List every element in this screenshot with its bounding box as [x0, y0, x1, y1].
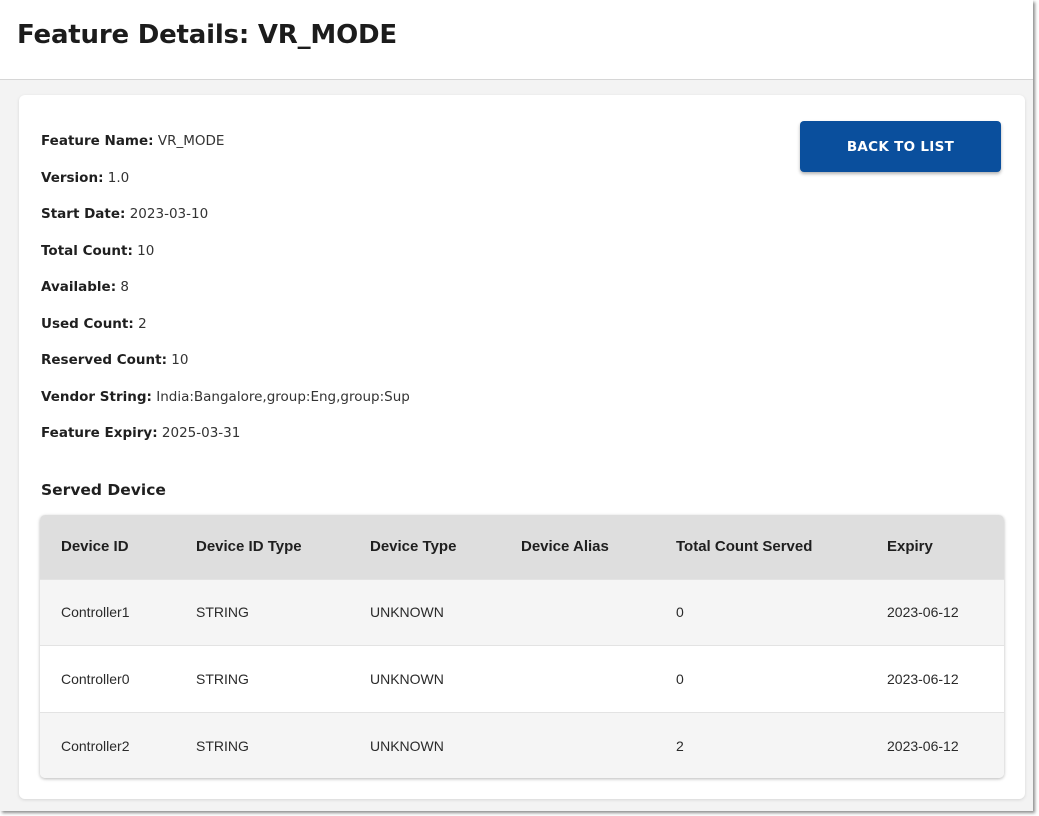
cell-device-alias [500, 579, 655, 646]
detail-reserved-count: Reserved Count: 10 [41, 352, 410, 389]
cell-device-id: Controller0 [61, 670, 130, 687]
detail-start-date: Start Date: 2023-03-10 [41, 206, 410, 243]
detail-key: Start Date: [41, 206, 126, 222]
detail-value: 8 [120, 279, 129, 295]
detail-value: India:Bangalore,group:Eng,group:Sup [156, 388, 410, 405]
detail-available: Available: 8 [41, 279, 410, 316]
detail-value: 2023-03-10 [129, 206, 209, 222]
column-header-total-count-served[interactable]: Total Count Served [655, 515, 866, 579]
served-device-heading: Served Device [41, 481, 166, 499]
column-header-device-alias[interactable]: Device Alias [500, 515, 655, 579]
detail-key: Available: [41, 279, 117, 295]
column-header-device-id-type[interactable]: Device ID Type [175, 515, 349, 579]
detail-key: Used Count: [41, 315, 134, 332]
detail-key: Feature Name: [41, 133, 154, 149]
detail-version: Version: 1.0 [41, 170, 410, 207]
detail-key: Feature Expiry: [41, 425, 158, 441]
column-header-expiry[interactable]: Expiry [866, 515, 1004, 579]
cell-expiry: 2023-06-12 [887, 670, 959, 687]
detail-used-count: Used Count: 2 [41, 316, 410, 353]
detail-value: 2 [138, 315, 147, 332]
cell-device-id: Controller2 [61, 737, 130, 754]
cell-device-type: UNKNOWN [370, 670, 444, 687]
page-title: Feature Details: VR_MODE [17, 20, 397, 50]
detail-value: 10 [171, 352, 189, 368]
detail-key: Version: [41, 169, 104, 186]
detail-feature-expiry: Feature Expiry: 2025-03-31 [41, 425, 410, 462]
cell-device-id-type: STRING [196, 670, 249, 687]
detail-key: Total Count: [41, 242, 133, 259]
cell-expiry: 2023-06-12 [887, 604, 959, 621]
detail-total-count: Total Count: 10 [41, 243, 410, 280]
table-row[interactable]: Controller0 STRING UNKNOWN 0 2023-06-12 [40, 645, 1004, 713]
table-row[interactable]: Controller2 STRING UNKNOWN 2 2023-06-12 [40, 712, 1004, 778]
cell-total-count-served: 0 [676, 604, 684, 621]
table-row[interactable]: Controller1 STRING UNKNOWN 0 2023-06-12 [40, 579, 1004, 646]
detail-vendor-string: Vendor String: India:Bangalore,group:Eng… [41, 389, 410, 426]
detail-value: VR_MODE [157, 133, 225, 149]
cell-device-id-type: STRING [196, 604, 249, 621]
column-header-device-id[interactable]: Device ID [40, 515, 175, 579]
cell-device-alias [500, 646, 655, 713]
cell-total-count-served: 2 [676, 737, 684, 754]
feature-details-card: Feature Name: VR_MODE Version: 1.0 Start… [19, 95, 1025, 799]
column-header-device-type[interactable]: Device Type [349, 515, 500, 579]
detail-value: 1.0 [107, 169, 130, 186]
cell-device-type: UNKNOWN [370, 604, 444, 621]
detail-key: Reserved Count: [41, 352, 167, 368]
cell-device-id-type: STRING [196, 737, 249, 754]
cell-expiry: 2023-06-12 [887, 737, 959, 754]
cell-device-id: Controller1 [61, 604, 130, 621]
cell-total-count-served: 0 [676, 670, 684, 687]
detail-key: Vendor String: [41, 388, 152, 405]
served-device-table: Device ID Device ID Type Device Type Dev… [40, 515, 1004, 778]
top-bar: Feature Details: VR_MODE [0, 0, 1033, 80]
detail-value: 2025-03-31 [161, 425, 241, 441]
detail-feature-name: Feature Name: VR_MODE [41, 133, 410, 170]
table-header-row: Device ID Device ID Type Device Type Dev… [40, 515, 1004, 579]
back-to-list-button[interactable]: BACK TO LIST [800, 121, 1001, 172]
cell-device-type: UNKNOWN [370, 737, 444, 754]
cell-device-alias [500, 712, 655, 778]
detail-list: Feature Name: VR_MODE Version: 1.0 Start… [41, 133, 410, 462]
detail-value: 10 [137, 242, 155, 259]
